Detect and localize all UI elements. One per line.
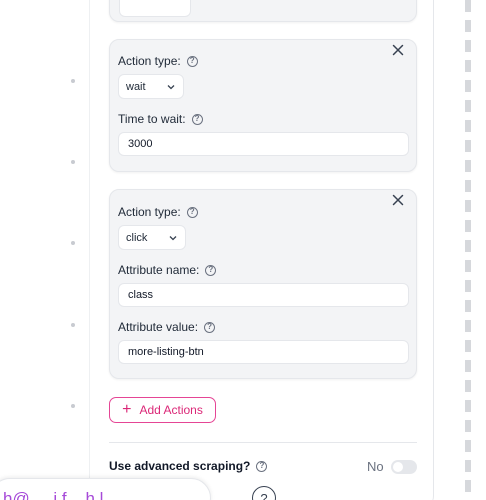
attribute-name-input[interactable]: class <box>118 283 409 307</box>
chat-bubble-text: h@ ... i.f... h.l.. <box>3 489 113 500</box>
help-icon[interactable]: ? <box>186 55 198 67</box>
close-icon[interactable] <box>390 192 406 208</box>
action-card-previous <box>109 0 417 22</box>
action-card: Action type: ? click Attribute name: ? c… <box>109 189 417 379</box>
action-value-field[interactable] <box>119 0 191 17</box>
help-icon[interactable]: ? <box>191 113 203 125</box>
advanced-scraping-text: Use advanced scraping? <box>109 459 251 473</box>
attribute-name-label: Attribute name: ? <box>118 263 217 277</box>
rail-dot <box>71 79 75 83</box>
field-label-text: Time to wait: <box>118 112 186 126</box>
divider <box>109 442 417 443</box>
field-label-text: Attribute value: <box>118 320 199 334</box>
rail-dot <box>71 160 75 164</box>
time-to-wait-label: Time to wait: ? <box>118 112 203 126</box>
action-type-select[interactable]: wait <box>118 74 184 99</box>
rail-dot <box>71 323 75 327</box>
attribute-name-value: class <box>128 289 154 301</box>
attribute-value-input[interactable]: more-listing-btn <box>118 340 409 364</box>
add-actions-button[interactable]: + Add Actions <box>109 397 216 423</box>
action-card: Action type: ? wait Time to wait: ? 3000 <box>109 39 417 172</box>
chevron-down-icon <box>167 84 175 89</box>
action-type-label: Action type: ? <box>118 54 198 68</box>
chat-bubble[interactable]: h@ ... i.f... h.l.. <box>0 478 211 500</box>
action-type-select[interactable]: click <box>118 225 186 250</box>
advanced-scraping-state: No <box>367 459 384 474</box>
action-type-value: click <box>126 231 148 244</box>
help-icon[interactable]: ? <box>256 460 268 472</box>
add-actions-label: Add Actions <box>139 403 203 417</box>
help-icon[interactable]: ? <box>204 321 216 333</box>
rail-dot <box>71 241 75 245</box>
time-to-wait-value: 3000 <box>128 138 153 150</box>
advanced-scraping-toggle[interactable] <box>391 460 417 474</box>
help-fab-label: ? <box>260 490 268 500</box>
plus-icon: + <box>122 401 132 418</box>
close-icon[interactable] <box>390 42 406 58</box>
help-icon[interactable]: ? <box>186 206 198 218</box>
action-type-label-text: Action type: <box>118 54 181 68</box>
field-label-text: Attribute name: <box>118 263 200 277</box>
action-type-label: Action type: ? <box>118 205 198 219</box>
attribute-value-label: Attribute value: ? <box>118 320 216 334</box>
help-icon[interactable]: ? <box>205 264 217 276</box>
attribute-value-value: more-listing-btn <box>128 346 204 358</box>
action-type-value: wait <box>126 80 146 93</box>
time-to-wait-input[interactable]: 3000 <box>118 132 409 156</box>
rail-dot <box>71 404 75 408</box>
dashed-rail <box>465 0 471 500</box>
chevron-down-icon <box>169 235 177 240</box>
action-type-label-text: Action type: <box>118 205 181 219</box>
advanced-scraping-label: Use advanced scraping? ? <box>109 459 268 473</box>
